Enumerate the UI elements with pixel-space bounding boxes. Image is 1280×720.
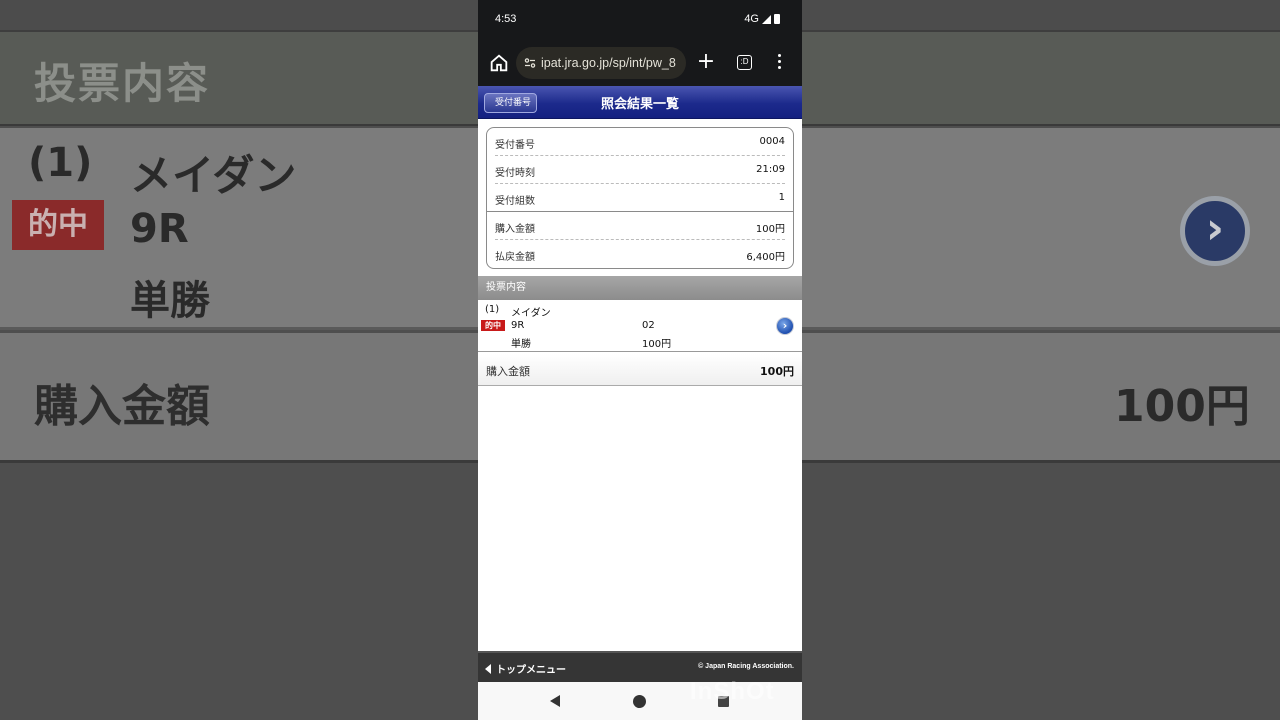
receipt-row: 払戻金額 6,400円 bbox=[495, 240, 785, 268]
receipt-row: 受付時刻 21:09 bbox=[495, 156, 785, 184]
receipt-value: 1 bbox=[778, 192, 785, 203]
bg-bet-number: (1) bbox=[28, 140, 93, 186]
phone-screen: 4:53 4G ipat.jra.go.jp/sp/int/pw_8 + :D … bbox=[478, 0, 802, 720]
receipt-value: 0004 bbox=[759, 136, 785, 147]
bet-amount: 100円 bbox=[642, 339, 672, 350]
top-menu-link[interactable]: トップメニュー bbox=[485, 661, 566, 676]
receipt-value: 21:09 bbox=[756, 164, 785, 175]
main-content: 受付番号 0004 受付時刻 21:09 受付組数 1 購入金額 100円 払戻… bbox=[478, 119, 802, 651]
receipt-label: 受付時刻 bbox=[495, 168, 535, 179]
total-label: 購入金額 bbox=[486, 365, 530, 378]
bg-bet-venue: メイダン bbox=[130, 151, 297, 200]
tab-switcher-icon[interactable]: :D bbox=[737, 55, 752, 70]
battery-icon bbox=[774, 14, 780, 24]
hit-badge: 的中 bbox=[481, 320, 505, 331]
watermark-logo: InShOt bbox=[690, 678, 775, 705]
bet-type: 単勝 bbox=[511, 339, 531, 350]
copyright-text: © Japan Racing Association. bbox=[698, 663, 794, 670]
url-text: ipat.jra.go.jp/sp/int/pw_8 bbox=[541, 56, 676, 70]
bg-bet-race: 9R bbox=[130, 206, 189, 252]
bg-total-value: 100円 bbox=[1114, 381, 1250, 432]
receipt-value: 6,400円 bbox=[746, 252, 785, 263]
more-options-icon[interactable] bbox=[776, 54, 782, 72]
status-time: 4:53 bbox=[495, 13, 517, 25]
new-tab-icon[interactable]: + bbox=[695, 51, 717, 73]
total-value: 100円 bbox=[760, 365, 794, 378]
bg-chevron-right-icon: › bbox=[1180, 196, 1250, 266]
receipt-row: 受付番号 0004 bbox=[495, 128, 785, 156]
page-title: 照会結果一覧 bbox=[600, 97, 679, 112]
signal-icon bbox=[762, 14, 771, 24]
status-indicators: 4G bbox=[744, 13, 780, 25]
nav-home-icon[interactable] bbox=[633, 695, 646, 708]
bet-venue: メイダン bbox=[511, 308, 551, 319]
bet-list-item[interactable]: (1) 的中 メイダン 9R 単勝 02 100円 › bbox=[478, 300, 802, 352]
triangle-left-icon bbox=[485, 664, 491, 674]
nav-back-icon[interactable] bbox=[550, 695, 560, 707]
bg-hit-badge: 的中 bbox=[12, 200, 104, 250]
receipt-row: 購入金額 100円 bbox=[495, 212, 785, 240]
bg-section-title: 投票内容 bbox=[34, 59, 211, 108]
receipt-value: 100円 bbox=[755, 224, 785, 235]
receipt-label: 購入金額 bbox=[495, 224, 535, 235]
home-icon[interactable] bbox=[488, 52, 510, 74]
bg-bet-type: 単勝 bbox=[130, 278, 210, 324]
bet-number: (1) bbox=[485, 304, 500, 315]
browser-toolbar: ipat.jra.go.jp/sp/int/pw_8 + :D bbox=[478, 40, 802, 86]
receipt-label: 受付組数 bbox=[495, 196, 535, 207]
receipt-label: 払戻金額 bbox=[495, 252, 535, 263]
network-type: 4G bbox=[744, 13, 759, 25]
page-header: 受付番号 照会結果一覧 bbox=[478, 86, 802, 119]
total-row: 購入金額 100円 bbox=[478, 354, 802, 386]
bg-total-label: 購入金額 bbox=[34, 381, 210, 432]
screen: 投票内容 (1) メイダン 的中 9R 単勝 › 購入金額 100円 4:53 … bbox=[0, 0, 1280, 720]
address-bar[interactable]: ipat.jra.go.jp/sp/int/pw_8 bbox=[516, 47, 686, 79]
bet-section-header: 投票内容 bbox=[478, 276, 802, 300]
bet-horse-number: 02 bbox=[642, 320, 655, 331]
receipt-info-box: 受付番号 0004 受付時刻 21:09 受付組数 1 購入金額 100円 払戻… bbox=[486, 127, 794, 269]
site-settings-icon[interactable] bbox=[524, 57, 536, 69]
top-menu-label: トップメニュー bbox=[496, 665, 566, 676]
bet-race: 9R bbox=[511, 320, 525, 331]
chevron-right-icon[interactable]: › bbox=[776, 317, 794, 335]
status-bar: 4:53 4G bbox=[478, 0, 802, 40]
receipt-row: 受付組数 1 bbox=[487, 184, 793, 212]
receipt-label: 受付番号 bbox=[495, 140, 535, 151]
